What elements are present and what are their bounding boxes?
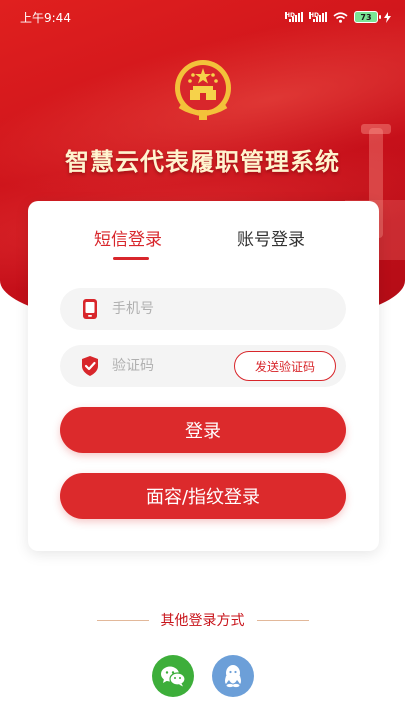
- signal-icon: HD: [285, 12, 303, 22]
- face-fingerprint-login-button[interactable]: 面容/指纹登录: [60, 473, 346, 519]
- divider-line: [96, 619, 149, 621]
- app-title: 智慧云代表履职管理系统: [65, 147, 340, 176]
- tab-account-login[interactable]: 账号登录: [237, 225, 305, 250]
- status-icons: HD HD 73: [285, 11, 391, 23]
- shield-check-icon: [82, 356, 98, 376]
- login-button[interactable]: 登录: [60, 407, 346, 453]
- phone-input[interactable]: [112, 288, 272, 330]
- login-tabs: 短信登录 账号登录: [28, 225, 379, 265]
- send-code-button[interactable]: 发送验证码: [234, 351, 336, 381]
- phone-field: [60, 288, 346, 330]
- other-login-title: 其他登录方式: [160, 613, 245, 629]
- qq-login-button[interactable]: [212, 655, 254, 697]
- national-emblem-logo: [175, 60, 231, 120]
- wechat-icon: [161, 666, 186, 687]
- verification-code-field: 发送验证码: [60, 345, 346, 387]
- other-login-divider: 其他登录方式: [0, 610, 405, 630]
- wifi-icon: [333, 11, 348, 23]
- battery-icon: 73: [354, 11, 381, 23]
- active-tab-indicator: [113, 257, 149, 260]
- status-bar: 上午9:44 HD HD 73: [0, 0, 405, 34]
- signal-icon: HD: [309, 12, 327, 22]
- divider-line: [256, 619, 309, 621]
- phone-icon: [83, 299, 97, 319]
- qq-icon: [225, 665, 241, 688]
- status-time: 上午9:44: [20, 10, 71, 25]
- verification-code-input[interactable]: [112, 345, 222, 387]
- tab-sms-login[interactable]: 短信登录: [94, 225, 162, 250]
- charging-icon: [384, 11, 391, 23]
- wechat-login-button[interactable]: [152, 655, 194, 697]
- login-card: 短信登录 账号登录 发送验证码 登录 面容/指纹登录: [28, 201, 379, 551]
